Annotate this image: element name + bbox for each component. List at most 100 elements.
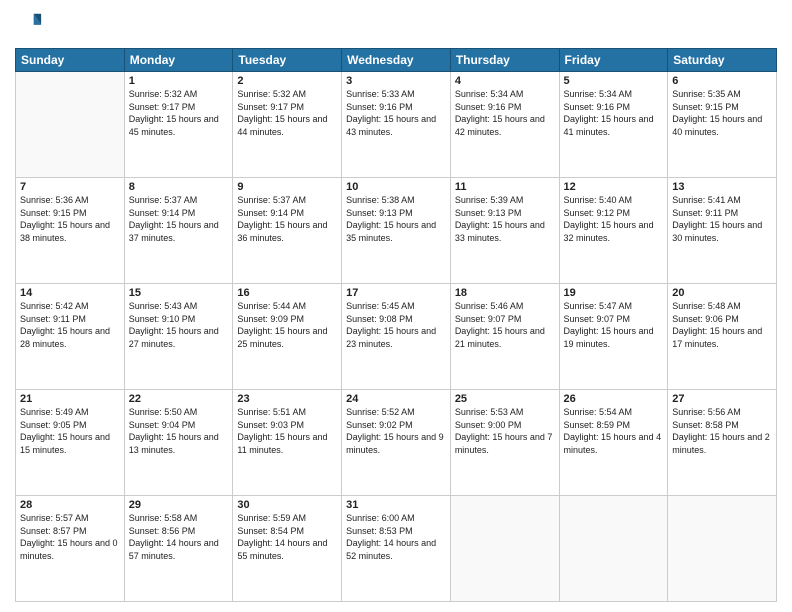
- calendar-cell: 3Sunrise: 5:33 AMSunset: 9:16 PMDaylight…: [342, 72, 451, 178]
- cell-content: Sunrise: 5:49 AMSunset: 9:05 PMDaylight:…: [20, 406, 120, 456]
- calendar-cell: 23Sunrise: 5:51 AMSunset: 9:03 PMDayligh…: [233, 390, 342, 496]
- calendar-cell: 11Sunrise: 5:39 AMSunset: 9:13 PMDayligh…: [450, 178, 559, 284]
- calendar-cell: [559, 496, 668, 602]
- calendar-cell: 27Sunrise: 5:56 AMSunset: 8:58 PMDayligh…: [668, 390, 777, 496]
- cell-content: Sunrise: 5:51 AMSunset: 9:03 PMDaylight:…: [237, 406, 337, 456]
- day-number: 13: [672, 181, 772, 193]
- day-number: 23: [237, 393, 337, 405]
- dow-header: Thursday: [450, 49, 559, 72]
- day-number: 18: [455, 287, 555, 299]
- calendar-week-row: 14Sunrise: 5:42 AMSunset: 9:11 PMDayligh…: [16, 284, 777, 390]
- day-number: 12: [564, 181, 664, 193]
- calendar-cell: 25Sunrise: 5:53 AMSunset: 9:00 PMDayligh…: [450, 390, 559, 496]
- calendar-cell: 29Sunrise: 5:58 AMSunset: 8:56 PMDayligh…: [124, 496, 233, 602]
- day-of-week-row: SundayMondayTuesdayWednesdayThursdayFrid…: [16, 49, 777, 72]
- calendar-cell: 12Sunrise: 5:40 AMSunset: 9:12 PMDayligh…: [559, 178, 668, 284]
- calendar-table: SundayMondayTuesdayWednesdayThursdayFrid…: [15, 48, 777, 602]
- calendar-cell: 5Sunrise: 5:34 AMSunset: 9:16 PMDaylight…: [559, 72, 668, 178]
- dow-header: Friday: [559, 49, 668, 72]
- calendar-cell: [16, 72, 125, 178]
- calendar-cell: 19Sunrise: 5:47 AMSunset: 9:07 PMDayligh…: [559, 284, 668, 390]
- calendar-cell: 16Sunrise: 5:44 AMSunset: 9:09 PMDayligh…: [233, 284, 342, 390]
- calendar-cell: 9Sunrise: 5:37 AMSunset: 9:14 PMDaylight…: [233, 178, 342, 284]
- cell-content: Sunrise: 5:33 AMSunset: 9:16 PMDaylight:…: [346, 88, 446, 138]
- cell-content: Sunrise: 5:37 AMSunset: 9:14 PMDaylight:…: [237, 194, 337, 244]
- cell-content: Sunrise: 5:56 AMSunset: 8:58 PMDaylight:…: [672, 406, 772, 456]
- dow-header: Sunday: [16, 49, 125, 72]
- cell-content: Sunrise: 5:53 AMSunset: 9:00 PMDaylight:…: [455, 406, 555, 456]
- day-number: 20: [672, 287, 772, 299]
- calendar-cell: 4Sunrise: 5:34 AMSunset: 9:16 PMDaylight…: [450, 72, 559, 178]
- day-number: 8: [129, 181, 229, 193]
- logo: [15, 10, 45, 40]
- cell-content: Sunrise: 5:32 AMSunset: 9:17 PMDaylight:…: [129, 88, 229, 138]
- day-number: 2: [237, 75, 337, 87]
- day-number: 29: [129, 499, 229, 511]
- cell-content: Sunrise: 5:43 AMSunset: 9:10 PMDaylight:…: [129, 300, 229, 350]
- calendar-cell: [668, 496, 777, 602]
- dow-header: Monday: [124, 49, 233, 72]
- calendar-cell: 18Sunrise: 5:46 AMSunset: 9:07 PMDayligh…: [450, 284, 559, 390]
- calendar-cell: 17Sunrise: 5:45 AMSunset: 9:08 PMDayligh…: [342, 284, 451, 390]
- cell-content: Sunrise: 5:48 AMSunset: 9:06 PMDaylight:…: [672, 300, 772, 350]
- calendar-cell: 2Sunrise: 5:32 AMSunset: 9:17 PMDaylight…: [233, 72, 342, 178]
- calendar-week-row: 1Sunrise: 5:32 AMSunset: 9:17 PMDaylight…: [16, 72, 777, 178]
- logo-icon: [15, 10, 43, 38]
- day-number: 16: [237, 287, 337, 299]
- day-number: 10: [346, 181, 446, 193]
- calendar-cell: 13Sunrise: 5:41 AMSunset: 9:11 PMDayligh…: [668, 178, 777, 284]
- day-number: 22: [129, 393, 229, 405]
- cell-content: Sunrise: 5:52 AMSunset: 9:02 PMDaylight:…: [346, 406, 446, 456]
- day-number: 7: [20, 181, 120, 193]
- calendar-week-row: 21Sunrise: 5:49 AMSunset: 9:05 PMDayligh…: [16, 390, 777, 496]
- calendar-cell: 15Sunrise: 5:43 AMSunset: 9:10 PMDayligh…: [124, 284, 233, 390]
- calendar-cell: 8Sunrise: 5:37 AMSunset: 9:14 PMDaylight…: [124, 178, 233, 284]
- day-number: 15: [129, 287, 229, 299]
- cell-content: Sunrise: 5:46 AMSunset: 9:07 PMDaylight:…: [455, 300, 555, 350]
- day-number: 17: [346, 287, 446, 299]
- day-number: 19: [564, 287, 664, 299]
- cell-content: Sunrise: 5:39 AMSunset: 9:13 PMDaylight:…: [455, 194, 555, 244]
- day-number: 4: [455, 75, 555, 87]
- cell-content: Sunrise: 5:42 AMSunset: 9:11 PMDaylight:…: [20, 300, 120, 350]
- calendar-cell: 21Sunrise: 5:49 AMSunset: 9:05 PMDayligh…: [16, 390, 125, 496]
- calendar-body: 1Sunrise: 5:32 AMSunset: 9:17 PMDaylight…: [16, 72, 777, 602]
- cell-content: Sunrise: 5:34 AMSunset: 9:16 PMDaylight:…: [455, 88, 555, 138]
- calendar-cell: 28Sunrise: 5:57 AMSunset: 8:57 PMDayligh…: [16, 496, 125, 602]
- calendar-cell: 30Sunrise: 5:59 AMSunset: 8:54 PMDayligh…: [233, 496, 342, 602]
- day-number: 30: [237, 499, 337, 511]
- day-number: 25: [455, 393, 555, 405]
- cell-content: Sunrise: 5:44 AMSunset: 9:09 PMDaylight:…: [237, 300, 337, 350]
- cell-content: Sunrise: 6:00 AMSunset: 8:53 PMDaylight:…: [346, 512, 446, 562]
- calendar-cell: 14Sunrise: 5:42 AMSunset: 9:11 PMDayligh…: [16, 284, 125, 390]
- day-number: 27: [672, 393, 772, 405]
- calendar-week-row: 28Sunrise: 5:57 AMSunset: 8:57 PMDayligh…: [16, 496, 777, 602]
- cell-content: Sunrise: 5:54 AMSunset: 8:59 PMDaylight:…: [564, 406, 664, 456]
- header: [15, 10, 777, 40]
- cell-content: Sunrise: 5:35 AMSunset: 9:15 PMDaylight:…: [672, 88, 772, 138]
- dow-header: Wednesday: [342, 49, 451, 72]
- day-number: 6: [672, 75, 772, 87]
- cell-content: Sunrise: 5:37 AMSunset: 9:14 PMDaylight:…: [129, 194, 229, 244]
- cell-content: Sunrise: 5:59 AMSunset: 8:54 PMDaylight:…: [237, 512, 337, 562]
- page: SundayMondayTuesdayWednesdayThursdayFrid…: [0, 0, 792, 612]
- cell-content: Sunrise: 5:50 AMSunset: 9:04 PMDaylight:…: [129, 406, 229, 456]
- cell-content: Sunrise: 5:38 AMSunset: 9:13 PMDaylight:…: [346, 194, 446, 244]
- dow-header: Tuesday: [233, 49, 342, 72]
- cell-content: Sunrise: 5:34 AMSunset: 9:16 PMDaylight:…: [564, 88, 664, 138]
- day-number: 31: [346, 499, 446, 511]
- day-number: 3: [346, 75, 446, 87]
- day-number: 5: [564, 75, 664, 87]
- cell-content: Sunrise: 5:40 AMSunset: 9:12 PMDaylight:…: [564, 194, 664, 244]
- day-number: 9: [237, 181, 337, 193]
- calendar-cell: [450, 496, 559, 602]
- day-number: 14: [20, 287, 120, 299]
- cell-content: Sunrise: 5:45 AMSunset: 9:08 PMDaylight:…: [346, 300, 446, 350]
- calendar-cell: 1Sunrise: 5:32 AMSunset: 9:17 PMDaylight…: [124, 72, 233, 178]
- calendar-cell: 7Sunrise: 5:36 AMSunset: 9:15 PMDaylight…: [16, 178, 125, 284]
- calendar-cell: 6Sunrise: 5:35 AMSunset: 9:15 PMDaylight…: [668, 72, 777, 178]
- cell-content: Sunrise: 5:36 AMSunset: 9:15 PMDaylight:…: [20, 194, 120, 244]
- day-number: 28: [20, 499, 120, 511]
- calendar-cell: 20Sunrise: 5:48 AMSunset: 9:06 PMDayligh…: [668, 284, 777, 390]
- day-number: 1: [129, 75, 229, 87]
